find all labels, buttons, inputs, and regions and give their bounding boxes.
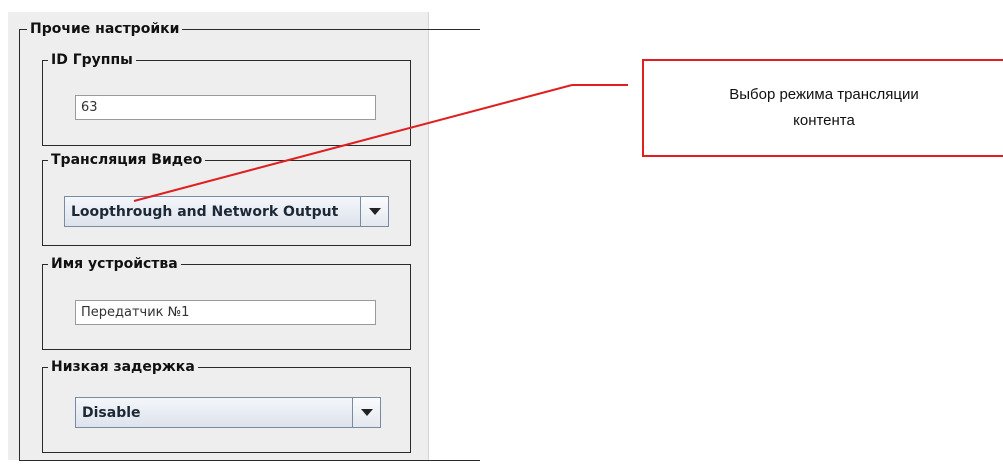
annotation-callout-text: Выбор режима трансляции контента [729, 86, 919, 129]
annotation-callout: Выбор режима трансляции контента [642, 59, 1003, 157]
